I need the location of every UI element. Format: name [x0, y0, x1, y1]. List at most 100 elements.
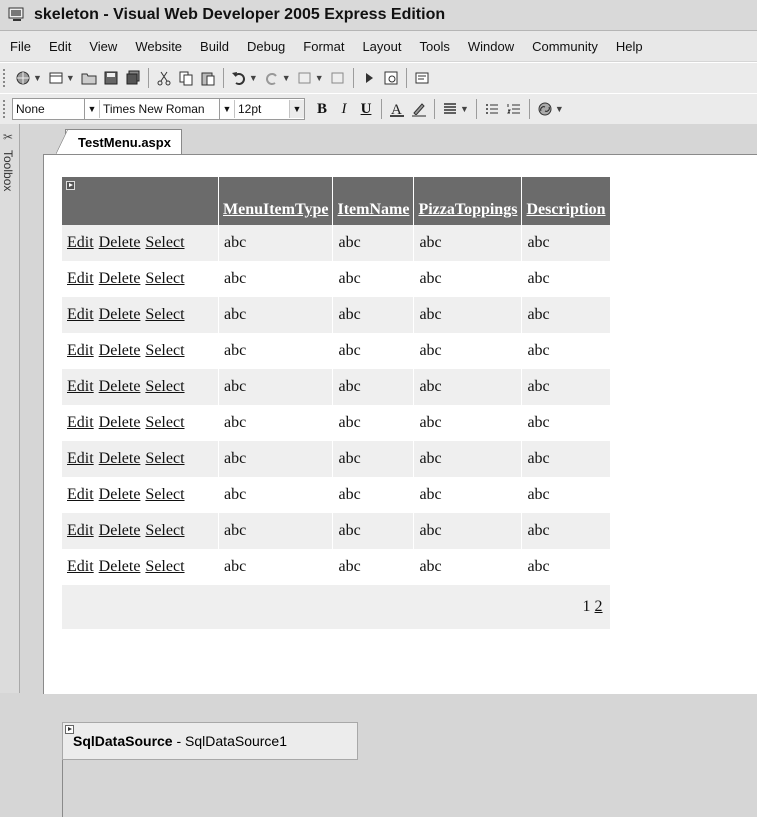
menu-format[interactable]: Format: [294, 39, 353, 54]
menu-tools[interactable]: Tools: [411, 39, 459, 54]
chevron-down-icon[interactable]: ▼: [33, 73, 42, 83]
toolbox-strip[interactable]: ✂ Toolbox: [0, 124, 20, 693]
column-header-itemname[interactable]: ItemName: [332, 177, 415, 225]
delete-link[interactable]: Delete: [99, 342, 141, 359]
smart-tag-icon[interactable]: [65, 725, 74, 734]
select-link[interactable]: Select: [145, 378, 184, 395]
cut-icon[interactable]: [155, 69, 173, 87]
menu-build[interactable]: Build: [191, 39, 238, 54]
delete-link[interactable]: Delete: [99, 450, 141, 467]
table-cell: abc: [218, 297, 334, 333]
copy-icon[interactable]: [177, 69, 195, 87]
new-website-icon[interactable]: [14, 69, 32, 87]
paste-icon[interactable]: [199, 69, 217, 87]
edit-link[interactable]: Edit: [67, 270, 94, 287]
table-cell: abc: [332, 261, 415, 297]
add-item-icon[interactable]: [47, 69, 65, 87]
grid-header-row: MenuItemType ItemName PizzaToppings Desc…: [62, 177, 611, 225]
select-link[interactable]: Select: [145, 306, 184, 323]
menu-window[interactable]: Window: [459, 39, 523, 54]
select-link[interactable]: Select: [145, 486, 184, 503]
chevron-down-icon[interactable]: ▼: [315, 73, 324, 83]
select-link[interactable]: Select: [145, 234, 184, 251]
delete-link[interactable]: Delete: [99, 234, 141, 251]
delete-link[interactable]: Delete: [99, 306, 141, 323]
font-name-select[interactable]: ▼ Times New Roman: [84, 98, 221, 120]
navigate-backward-icon[interactable]: [296, 69, 314, 87]
save-all-icon[interactable]: [124, 69, 142, 87]
edit-link[interactable]: Edit: [67, 414, 94, 431]
column-header-description[interactable]: Description: [521, 177, 611, 225]
open-folder-icon[interactable]: [80, 69, 98, 87]
edit-link[interactable]: Edit: [67, 486, 94, 503]
menu-help[interactable]: Help: [607, 39, 652, 54]
chevron-down-icon[interactable]: ▼: [66, 73, 75, 83]
underline-button[interactable]: U: [355, 101, 377, 118]
numbered-list-icon[interactable]: [505, 100, 523, 118]
edit-link[interactable]: Edit: [67, 234, 94, 251]
select-link[interactable]: Select: [145, 558, 184, 575]
menu-view[interactable]: View: [80, 39, 126, 54]
redo-icon[interactable]: [263, 69, 281, 87]
delete-link[interactable]: Delete: [99, 414, 141, 431]
delete-link[interactable]: Delete: [99, 270, 141, 287]
table-cell: abc: [521, 441, 611, 477]
smart-tag-icon[interactable]: [66, 181, 75, 190]
table-cell: abc: [413, 477, 523, 513]
select-link[interactable]: Select: [145, 270, 184, 287]
row-actions: Edit Delete Select: [62, 225, 219, 261]
view-in-browser-icon[interactable]: [382, 69, 400, 87]
select-link[interactable]: Select: [145, 342, 184, 359]
bold-button[interactable]: B: [311, 101, 333, 118]
table-row: Edit Delete Select abc abc abc abc: [62, 297, 611, 333]
foreground-color-icon[interactable]: A: [388, 100, 406, 118]
background-color-icon[interactable]: [410, 100, 428, 118]
delete-link[interactable]: Delete: [99, 486, 141, 503]
select-link[interactable]: Select: [145, 450, 184, 467]
chevron-down-icon[interactable]: ▼: [460, 104, 469, 114]
edit-link[interactable]: Edit: [67, 522, 94, 539]
menu-community[interactable]: Community: [523, 39, 607, 54]
edit-link[interactable]: Edit: [67, 450, 94, 467]
edit-link[interactable]: Edit: [67, 342, 94, 359]
tab-testmenu[interactable]: TestMenu.aspx: [56, 129, 182, 154]
undo-icon[interactable]: [230, 69, 248, 87]
delete-link[interactable]: Delete: [99, 522, 141, 539]
row-actions: Edit Delete Select: [62, 441, 219, 477]
chevron-down-icon[interactable]: ▼: [282, 73, 291, 83]
chevron-down-icon[interactable]: ▼: [249, 73, 258, 83]
menu-edit[interactable]: Edit: [40, 39, 80, 54]
start-debugging-icon[interactable]: [360, 69, 378, 87]
pager-page-1[interactable]: 1: [583, 598, 591, 615]
save-icon[interactable]: [102, 69, 120, 87]
delete-link[interactable]: Delete: [99, 558, 141, 575]
navigate-forward-icon[interactable]: [329, 69, 347, 87]
select-link[interactable]: Select: [145, 522, 184, 539]
menu-debug[interactable]: Debug: [238, 39, 294, 54]
row-actions: Edit Delete Select: [62, 333, 219, 369]
select-link[interactable]: Select: [145, 414, 184, 431]
menu-file[interactable]: File: [0, 39, 40, 54]
italic-button[interactable]: I: [333, 101, 355, 118]
pager-page-2[interactable]: 2: [595, 598, 603, 615]
toolbar-options-icon[interactable]: ▼: [555, 104, 564, 114]
toolbar-grip[interactable]: [3, 69, 8, 87]
font-size-select[interactable]: ▼ 12pt ▼: [219, 98, 305, 120]
toolbox-label[interactable]: Toolbox: [1, 150, 15, 191]
justify-icon[interactable]: [441, 100, 459, 118]
menu-layout[interactable]: Layout: [353, 39, 410, 54]
sqldatasource-control[interactable]: SqlDataSource - SqlDataSource1: [62, 722, 358, 760]
column-header-menuitemtype[interactable]: MenuItemType: [218, 177, 334, 225]
delete-link[interactable]: Delete: [99, 378, 141, 395]
column-header-pizzatoppings[interactable]: PizzaToppings: [413, 177, 523, 225]
hyperlink-icon[interactable]: [536, 100, 554, 118]
edit-link[interactable]: Edit: [67, 558, 94, 575]
bulleted-list-icon[interactable]: [483, 100, 501, 118]
properties-icon[interactable]: [413, 69, 431, 87]
design-surface[interactable]: MenuItemType ItemName PizzaToppings Desc…: [43, 154, 757, 694]
edit-link[interactable]: Edit: [67, 378, 94, 395]
menu-website[interactable]: Website: [126, 39, 191, 54]
edit-link[interactable]: Edit: [67, 306, 94, 323]
toolbar-grip[interactable]: [3, 100, 8, 118]
design-surface-edge: [62, 760, 63, 817]
